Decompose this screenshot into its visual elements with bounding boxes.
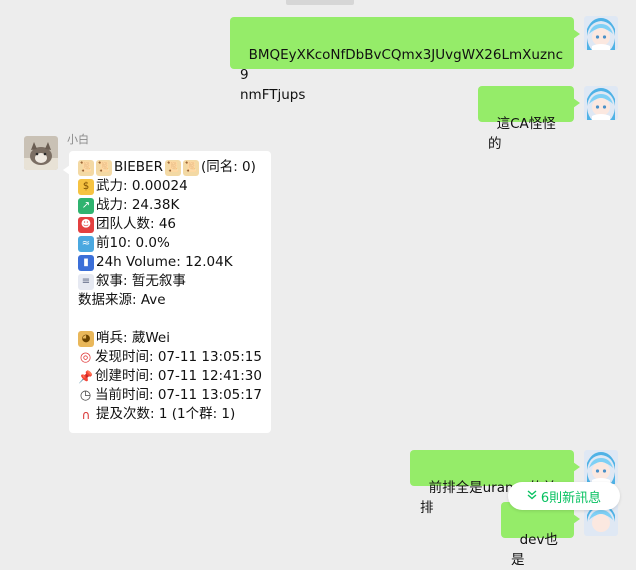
sender-name: 小白 bbox=[67, 133, 89, 146]
scroll-icon: 📜 bbox=[164, 159, 181, 176]
scroll-icon: 📜 bbox=[182, 159, 199, 176]
line-text: 当前时间: 07-11 13:05:17 bbox=[95, 387, 262, 403]
new-messages-button[interactable]: 6則新訊息 bbox=[508, 482, 620, 510]
target-icon: ◎ bbox=[78, 349, 93, 366]
line-text: 提及次数: 1 (1个群: 1) bbox=[96, 406, 236, 422]
page-icon: ≡ bbox=[78, 273, 94, 290]
line-text: BIEBER bbox=[114, 159, 163, 175]
chart-up-icon: ↗ bbox=[78, 197, 94, 214]
whale-icon: ≈ bbox=[78, 235, 94, 252]
line-text: 哨兵: 葳Wei bbox=[96, 330, 170, 346]
my-avatar[interactable] bbox=[584, 450, 618, 484]
message-line: $ 武力: 0.00024 bbox=[78, 177, 262, 196]
message-text: 這CA怪怪的 bbox=[488, 116, 556, 152]
message-line: 📜 📜 BIEBER 📜 📜 (同名: 0) bbox=[78, 158, 262, 177]
double-chevron-down-icon bbox=[527, 489, 537, 503]
scroll-icon: 📜 bbox=[78, 159, 94, 176]
magnet-icon: ∩ bbox=[81, 407, 91, 422]
scroll-icon: 📜 bbox=[96, 159, 112, 176]
message-line: ◷ 当前时间: 07-11 13:05:17 bbox=[78, 386, 262, 405]
message-line: ▮ 24h Volume: 12.04K bbox=[78, 253, 262, 272]
line-text: (同名: 0) bbox=[200, 159, 256, 175]
line-text: 数据来源: Ave bbox=[78, 292, 166, 308]
line-text: 创建时间: 07-11 12:41:30 bbox=[95, 368, 262, 384]
money-bag-icon: $ bbox=[78, 178, 94, 195]
my-avatar[interactable] bbox=[584, 86, 618, 120]
message-line: ↗ 战力: 24.38K bbox=[78, 196, 262, 215]
message-line: 📌 创建时间: 07-11 12:41:30 bbox=[78, 367, 262, 386]
line-text: 叙事: 暂无叙事 bbox=[96, 273, 186, 289]
line-text: 24h Volume: 12.04K bbox=[96, 254, 233, 270]
incoming-message-bubble[interactable]: 📜 📜 BIEBER 📜 📜 (同名: 0) $ 武力: 0.00024 ↗ 战… bbox=[63, 151, 271, 433]
santa-icon: ☻ bbox=[78, 216, 94, 233]
doge-icon: ◕ bbox=[78, 330, 94, 347]
message-line: ☻ 团队人数: 46 bbox=[78, 215, 262, 234]
line-text: 战力: 24.38K bbox=[96, 197, 180, 213]
message-line: ≡ 叙事: 暂无叙事 bbox=[78, 272, 262, 291]
new-messages-label: 6則新訊息 bbox=[540, 490, 602, 506]
message-line: 数据来源: Ave bbox=[78, 291, 262, 310]
line-text: 团队人数: 46 bbox=[96, 216, 177, 232]
my-avatar[interactable] bbox=[584, 16, 618, 50]
message-text: dev也是 bbox=[511, 532, 558, 568]
clock-icon: ◷ bbox=[79, 387, 92, 403]
message-line: ◎ 发现时间: 07-11 13:05:15 bbox=[78, 348, 262, 367]
outgoing-message-bubble[interactable]: BMQEyXKcoNfDbBvCQmx3JUvgWX26LmXuznc9 nmF… bbox=[230, 17, 580, 103]
outgoing-message-bubble[interactable]: 這CA怪怪的 bbox=[478, 86, 580, 152]
line-text: 前10: 0.0% bbox=[96, 235, 170, 251]
line-text: 武力: 0.00024 bbox=[96, 178, 188, 194]
pin-icon: 📌 bbox=[78, 369, 93, 384]
line-text: 发现时间: 07-11 13:05:15 bbox=[95, 349, 262, 365]
outgoing-message-bubble[interactable]: 前排全是uranus的前排 bbox=[410, 450, 580, 516]
message-line: ◕ 哨兵: 葳Wei bbox=[78, 329, 262, 348]
sender-avatar[interactable] bbox=[24, 136, 58, 170]
message-line: ≈ 前10: 0.0% bbox=[78, 234, 262, 253]
bar-chart-icon: ▮ bbox=[78, 254, 94, 271]
message-line: ∩ 提及次数: 1 (1个群: 1) bbox=[78, 405, 262, 424]
scroll-indicator bbox=[286, 0, 354, 5]
